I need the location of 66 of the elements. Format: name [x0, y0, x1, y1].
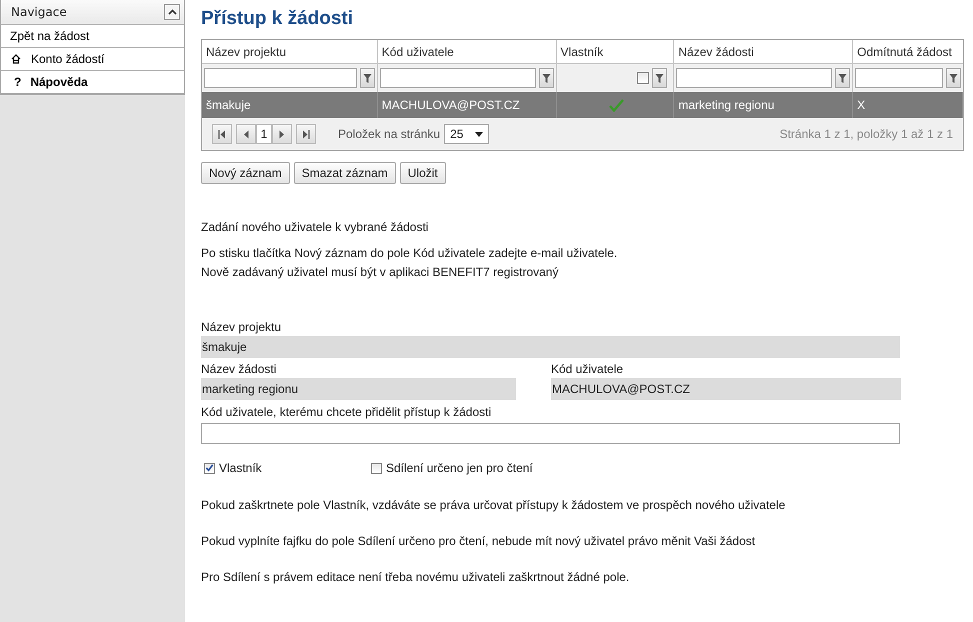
page-size-label: Položek na stránku	[338, 127, 440, 141]
filter-button[interactable]	[835, 68, 850, 88]
info-text: Nově zadávaný uživatel musí být v aplikaci BENEFIT7 registrovaný	[201, 265, 560, 279]
filter-field[interactable]	[855, 68, 943, 88]
page-summary: Stránka 1 z 1, položky 1 až 1 z 1	[780, 127, 953, 141]
filter-icon	[838, 72, 847, 84]
read-only-field: MACHULOVA@POST.CZ	[551, 378, 901, 400]
next-icon	[279, 130, 285, 138]
field-label: Kód uživatele, kterému chcete přidělit přístup k žádosti	[201, 404, 492, 421]
chevron-icon	[168, 9, 176, 15]
filter-button[interactable]	[946, 68, 961, 88]
filter-button[interactable]	[360, 68, 375, 88]
note-text: Pokud vyplníte fajfku do pole Sdílení určeno pro čtení, nebude mít nový uživatel právo měnit Vaši žádost	[201, 534, 756, 548]
filter-icon	[542, 72, 551, 84]
filter-button[interactable]	[539, 68, 554, 88]
nav-link[interactable]: ? Nápověda	[3, 71, 175, 93]
field-label: Kód uživatele	[551, 361, 624, 378]
filter-button[interactable]	[652, 68, 667, 88]
info-text: Po stisku tlačítka Nový záznam do pole Kód uživatele zadejte e-mail uživatele.	[201, 246, 618, 260]
page-title: Přístup k žádosti	[201, 8, 354, 30]
column-header[interactable]: Vlastník	[556, 40, 674, 64]
checkbox-label: Sdílení určeno jen pro čtení	[386, 461, 533, 475]
filter-field[interactable]	[380, 68, 536, 88]
read-only-field: marketing regionu	[201, 378, 516, 400]
table-cell: marketing regionu	[678, 98, 774, 112]
first-page-button[interactable]	[212, 124, 232, 144]
table-row[interactable]: šmakuje MACHULOVA@POST.CZ marketing regionu X	[202, 92, 963, 118]
page-size-dropdown[interactable]: 25	[444, 124, 490, 144]
filter-field[interactable]	[204, 68, 357, 88]
table-cell: X	[857, 98, 866, 112]
nav-link[interactable]: Zpět na žádost	[1, 25, 184, 48]
collapse-button[interactable]	[164, 4, 180, 20]
page-number[interactable]: 1	[256, 124, 272, 144]
checkbox[interactable]	[204, 462, 215, 474]
checkbox[interactable]	[371, 462, 382, 474]
filter-icon	[949, 72, 958, 84]
table-cell: MACHULOVA@POST.CZ	[382, 98, 520, 112]
column-header[interactable]: Název projektu	[202, 40, 378, 64]
home-icon	[10, 54, 22, 64]
checkbox-label: Vlastník	[219, 461, 262, 475]
next-page-button[interactable]	[272, 124, 292, 144]
last-page-icon	[302, 130, 310, 138]
input-field[interactable]	[201, 423, 900, 444]
last-page-button[interactable]	[296, 124, 316, 144]
read-only-field: šmakuje	[201, 336, 900, 358]
nav-link[interactable]: Konto žádostí	[1, 48, 184, 71]
filter-checkbox[interactable]	[637, 72, 649, 84]
dropdown-icon	[475, 132, 484, 136]
column-header[interactable]: Kód uživatele	[378, 40, 557, 64]
filter-icon	[655, 72, 664, 84]
column-header[interactable]: Název žádosti	[674, 40, 854, 64]
action-button[interactable]: Uložit	[400, 162, 446, 184]
table-cell: šmakuje	[206, 98, 251, 112]
action-button[interactable]: Nový záznam	[201, 162, 290, 184]
filter-icon	[363, 72, 372, 84]
field-label: Název žádosti	[201, 361, 278, 378]
action-button[interactable]: Smazat záznam	[294, 162, 396, 184]
previous-page-button[interactable]	[236, 124, 256, 144]
navigation-title: Navigace	[11, 5, 67, 19]
info-text: Zadání nového uživatele k vybrané žádosti	[201, 220, 430, 234]
previous-icon	[243, 130, 249, 138]
note-text: Pro Sdílení s právem editace není třeba novému uživateli zaškrtnout žádné pole.	[201, 570, 630, 584]
filter-field[interactable]	[676, 68, 832, 88]
note-text: Pokud zaškrtnete pole Vlastník, vzdáváte se práva určovat přístupy k žádostem ve prospěch nového uživatele	[201, 498, 786, 512]
first-page-icon	[218, 130, 226, 138]
field-label: Název projektu	[201, 319, 282, 336]
